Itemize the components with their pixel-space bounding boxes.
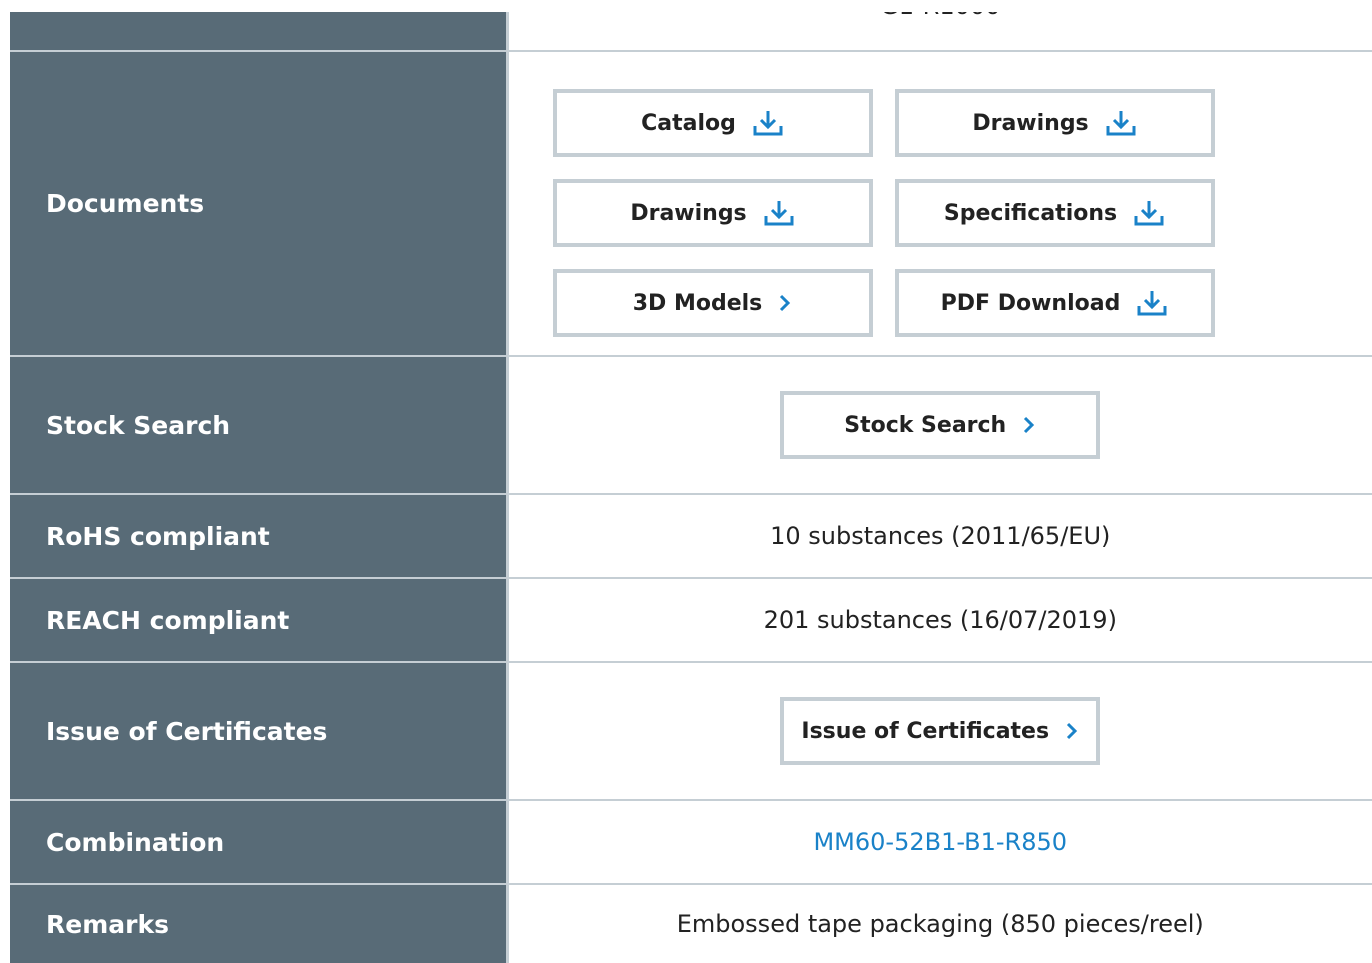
chevron-right-icon	[778, 293, 792, 313]
chevron-right-icon	[1065, 721, 1079, 741]
download-icon	[1136, 289, 1168, 317]
stock-search-button[interactable]: Stock Search	[780, 391, 1100, 459]
reach-value: 201 substances (16/07/2019)	[507, 578, 1372, 662]
download-icon	[1133, 199, 1165, 227]
button-label: Specifications	[944, 201, 1117, 226]
download-icon	[1105, 109, 1137, 137]
row-label-stock-search: Stock Search	[10, 356, 507, 494]
table-row-combination: Combination MM60-52B1-B1-R850	[10, 800, 1372, 884]
pdf-download-button[interactable]: PDF Download	[895, 269, 1215, 337]
button-label: Issue of Certificates	[801, 719, 1049, 744]
drawings-button-2[interactable]: Drawings	[553, 179, 873, 247]
row-label	[10, 12, 507, 51]
drawings-button[interactable]: Drawings	[895, 89, 1215, 157]
table-row-documents: Documents Catalog Drawings Drawings Spec…	[10, 51, 1372, 356]
top-value: G1-R1000	[509, 12, 1372, 20]
chevron-right-icon	[1022, 415, 1036, 435]
certificates-cell: Issue of Certificates	[507, 662, 1372, 800]
download-icon	[763, 199, 795, 227]
table-row: G1-R1000	[10, 12, 1372, 51]
table-row-certificates: Issue of Certificates Issue of Certifica…	[10, 662, 1372, 800]
table-row-remarks: Remarks Embossed tape packaging (850 pie…	[10, 884, 1372, 963]
stock-search-cell: Stock Search	[507, 356, 1372, 494]
button-label: Stock Search	[844, 413, 1006, 438]
remarks-value: Embossed tape packaging (850 pieces/reel…	[507, 884, 1372, 963]
row-label-certificates: Issue of Certificates	[10, 662, 507, 800]
row-label-documents: Documents	[10, 51, 507, 356]
combination-link[interactable]: MM60-52B1-B1-R850	[813, 828, 1067, 856]
button-label: 3D Models	[633, 291, 763, 316]
button-label: Catalog	[641, 111, 736, 136]
row-label-combination: Combination	[10, 800, 507, 884]
specifications-button[interactable]: Specifications	[895, 179, 1215, 247]
catalog-button[interactable]: Catalog	[553, 89, 873, 157]
rohs-value: 10 substances (2011/65/EU)	[507, 494, 1372, 578]
issue-certificates-button[interactable]: Issue of Certificates	[780, 697, 1100, 765]
documents-button-grid: Catalog Drawings Drawings Specifications…	[509, 56, 1372, 351]
button-label: PDF Download	[941, 291, 1121, 316]
download-icon	[752, 109, 784, 137]
row-label-rohs: RoHS compliant	[10, 494, 507, 578]
combination-cell: MM60-52B1-B1-R850	[507, 800, 1372, 884]
table-row-stock-search: Stock Search Stock Search	[10, 356, 1372, 494]
table-row-rohs: RoHS compliant 10 substances (2011/65/EU…	[10, 494, 1372, 578]
3d-models-button[interactable]: 3D Models	[553, 269, 873, 337]
row-label-remarks: Remarks	[10, 884, 507, 963]
button-label: Drawings	[630, 201, 746, 226]
row-label-reach: REACH compliant	[10, 578, 507, 662]
documents-cell: Catalog Drawings Drawings Specifications…	[507, 51, 1372, 356]
row-value: G1-R1000	[507, 12, 1372, 51]
table-row-reach: REACH compliant 201 substances (16/07/20…	[10, 578, 1372, 662]
button-label: Drawings	[972, 111, 1088, 136]
spec-table: G1-R1000 Documents Catalog Drawings Draw…	[10, 12, 1372, 963]
